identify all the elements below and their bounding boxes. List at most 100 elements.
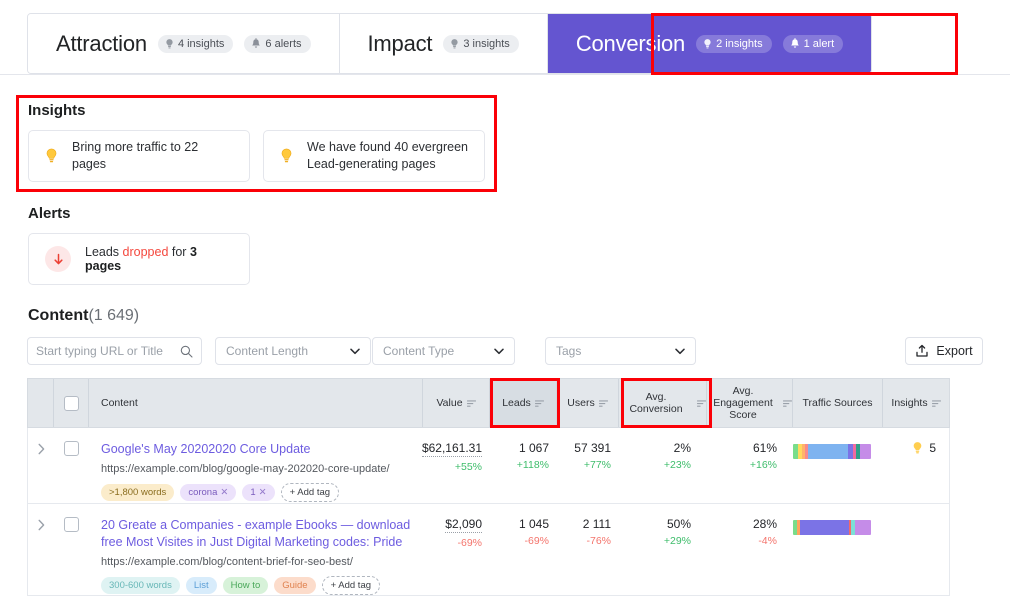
tab-badge: 1 alert [782,34,844,53]
tab-badge: 3 insights [443,34,519,53]
row-conversion-cell: 2% +23% [619,428,707,503]
content-tag[interactable]: corona ✕ [180,484,237,501]
insight-card[interactable]: Bring more traffic to 22 pages [28,130,250,182]
content-tag-label: 1 [250,487,256,498]
sort-icon[interactable] [534,399,544,408]
search-input[interactable]: Start typing URL or Title [27,337,202,365]
row-tag-list: >1,800 words corona ✕ 1 ✕ + Add tag [101,483,417,502]
content-tag-label: >1,800 words [109,487,167,498]
add-tag-button[interactable]: + Add tag [280,483,340,502]
row-traffic-sources-cell[interactable] [793,504,883,595]
table-header-label: Insights [891,397,928,409]
select-all-checkbox[interactable] [54,379,89,427]
row-title-link[interactable]: Google's May 20202020 Core Update [101,441,417,458]
insight-card-text: Bring more traffic to 22 pages [72,140,199,171]
add-tag-button[interactable]: + Add tag [321,576,381,595]
content-count: (1 649) [88,307,140,324]
content-title-text: Content [28,307,89,324]
conversion-value: 2% [673,441,691,455]
tab-badge-label: 6 alerts [265,37,302,50]
bulb-icon [703,38,712,50]
row-url[interactable]: https://example.com/blog/google-may-2020… [101,462,417,476]
sort-icon[interactable] [697,399,706,408]
content-tag[interactable]: 300-600 words [101,577,180,594]
remove-tag-icon[interactable]: ✕ [259,487,267,498]
insight-card[interactable]: We have found 40 evergreen Lead-generati… [263,130,485,182]
table-header-avg-conversion[interactable]: Avg. Conversion [619,379,707,427]
table-header-avg-engagement-score[interactable]: Avg. Engagement Score [707,379,793,427]
row-checkbox[interactable] [54,504,89,595]
row-checkbox[interactable] [54,428,89,503]
export-icon [915,344,929,358]
sort-icon[interactable] [931,399,941,408]
checkbox-box [64,517,79,532]
sort-icon[interactable] [466,399,476,408]
leads-value: 1 067 [518,441,549,455]
row-title-link[interactable]: 20 Greate a Companies - example Ebooks —… [101,517,417,551]
row-traffic-sources-cell[interactable] [793,428,883,503]
content-tag[interactable]: How to [222,577,269,594]
insight-card-text: We have found 40 evergreen Lead-generati… [307,140,468,171]
remove-tag-icon[interactable]: ✕ [220,487,228,498]
row-engagement-cell: 61% +16% [707,428,793,503]
content-tag-label: corona [188,487,218,498]
table-header-insights[interactable]: Insights [883,379,949,427]
tab-impact[interactable]: Impact 3 insights [339,14,548,73]
row-insights-cell [883,504,949,595]
table-body: Google's May 20202020 Core Update https:/… [27,428,950,596]
alert-card[interactable]: Leads dropped for 3 pages [28,233,250,285]
row-value-cell: $62,161.31 +55% [421,428,490,503]
users-value: 2 111 [582,517,611,531]
tab-badge-label: 4 insights [177,37,225,50]
table-header-label: Avg. Engagement Score [713,385,773,421]
expand-row-button[interactable] [28,428,54,503]
tab-conversion[interactable]: Conversion 2 insights 1 alert [547,14,872,73]
content-tag[interactable]: Guide [274,577,316,594]
bulb-icon [912,441,923,455]
row-leads-cell: 1 067 +118% [490,428,557,503]
table-header-value[interactable]: Value [423,379,490,427]
content-tag[interactable]: List [185,577,217,594]
chevron-down-icon [675,348,685,355]
traffic-source-segment [807,444,849,459]
table-header-label: Leads [502,397,531,409]
traffic-sources-bar [793,520,871,535]
content-tag[interactable]: 1 ✕ [242,484,275,501]
table-row: Google's May 20202020 Core Update https:/… [27,428,950,504]
users-delta: -76% [586,535,611,547]
expand-row-button[interactable] [28,504,54,595]
sort-icon[interactable] [783,399,792,408]
content-tag[interactable]: >1,800 words [101,484,175,501]
content-length-select[interactable]: Content Length [215,337,371,365]
table-header-label: Value [436,397,463,409]
tab-bar: Attraction 4 insights 6 alerts Impact 3 insi… [0,0,1010,88]
sort-icon[interactable] [598,399,608,408]
search-input-placeholder: Start typing URL or Title [36,344,163,358]
conversion-delta: +23% [663,459,691,471]
alert-middle: for [168,245,190,259]
table-header-row: Content Value Leads Users Avg. Conversion Avg… [27,378,950,428]
tab-badge-label: 2 insights [716,37,763,50]
conversion-value: 50% [666,517,691,531]
table-header-spacer [28,379,54,427]
search-icon [180,345,193,358]
value-value: $2,090 [445,517,482,533]
engagement-value: 28% [752,517,777,531]
export-button[interactable]: Export [905,337,983,365]
row-content-cell: Google's May 20202020 Core Update https:/… [89,428,423,503]
tab-badge: 2 insights [696,34,772,53]
tab-label: Impact [367,30,433,56]
alert-card-text: Leads dropped for 3 pages [85,245,233,273]
content-type-select[interactable]: Content Type [372,337,515,365]
tab-label: Attraction [56,30,147,56]
table-header-label: Users [567,397,595,409]
tab-list: Attraction 4 insights 6 alerts Impact 3 insi… [27,13,873,74]
tags-label: Tags [556,344,582,358]
tags-select[interactable]: Tags [545,337,696,365]
tab-attraction[interactable]: Attraction 4 insights 6 alerts [28,14,340,73]
table-header-leads[interactable]: Leads [490,379,557,427]
row-url[interactable]: https://example.com/blog/content-brief-f… [101,555,417,569]
table-header-traffic-sources: Traffic Sources [793,379,883,427]
table-row: 20 Greate a Companies - example Ebooks —… [27,504,950,596]
table-header-users[interactable]: Users [557,379,619,427]
